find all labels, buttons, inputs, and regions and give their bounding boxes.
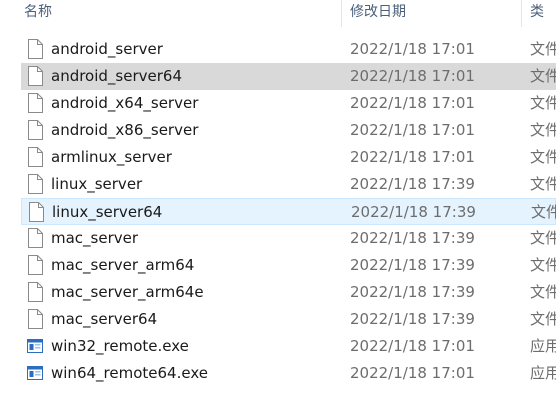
file-date-modified: 2022/1/18 17:01 bbox=[350, 121, 475, 139]
exe-icon bbox=[27, 336, 43, 356]
file-row[interactable]: mac_server64 2022/1/18 17:39 文件 bbox=[21, 306, 556, 333]
file-type: 文件 bbox=[531, 203, 556, 221]
file-row[interactable]: armlinux_server 2022/1/18 17:01 文件 bbox=[21, 144, 556, 171]
file-type: 文件 bbox=[530, 67, 556, 85]
file-icon bbox=[28, 202, 44, 222]
file-name: linux_server64 bbox=[52, 203, 163, 221]
file-row[interactable]: mac_server_arm64e 2022/1/18 17:39 文件 bbox=[21, 279, 556, 306]
file-type: 文件 bbox=[530, 283, 556, 301]
file-date-modified: 2022/1/18 17:39 bbox=[350, 283, 475, 301]
file-row[interactable]: linux_server64 2022/1/18 17:39 文件 bbox=[21, 198, 556, 225]
column-divider[interactable] bbox=[521, 0, 522, 27]
file-date-modified: 2022/1/18 17:39 bbox=[350, 229, 475, 247]
file-type: 文件 bbox=[530, 175, 556, 193]
file-date-modified: 2022/1/18 17:01 bbox=[350, 94, 475, 112]
file-name: android_x64_server bbox=[51, 94, 199, 112]
column-header-date-modified[interactable]: 修改日期 bbox=[350, 0, 515, 27]
file-type: 文件 bbox=[530, 121, 556, 139]
file-name: mac_server64 bbox=[51, 310, 158, 328]
file-name: mac_server_arm64e bbox=[51, 283, 204, 301]
file-type: 文件 bbox=[530, 148, 556, 166]
file-date-modified: 2022/1/18 17:39 bbox=[350, 310, 475, 328]
exe-icon bbox=[27, 363, 43, 383]
file-icon bbox=[27, 309, 43, 329]
file-name: win64_remote64.exe bbox=[51, 364, 208, 382]
file-type: 文件 bbox=[530, 40, 556, 58]
file-type: 应用 bbox=[530, 337, 556, 355]
file-date-modified: 2022/1/18 17:39 bbox=[351, 203, 476, 221]
file-row[interactable]: android_server 2022/1/18 17:01 文件 bbox=[21, 36, 556, 63]
file-date-modified: 2022/1/18 17:39 bbox=[350, 175, 475, 193]
file-date-modified: 2022/1/18 17:01 bbox=[350, 67, 475, 85]
file-name: armlinux_server bbox=[51, 148, 172, 166]
file-date-modified: 2022/1/18 17:39 bbox=[350, 256, 475, 274]
file-date-modified: 2022/1/18 17:01 bbox=[350, 148, 475, 166]
file-name: android_server bbox=[51, 40, 163, 58]
column-header-type[interactable]: 类 bbox=[530, 0, 556, 27]
file-name: android_server64 bbox=[51, 67, 182, 85]
file-date-modified: 2022/1/18 17:01 bbox=[350, 364, 475, 382]
file-explorer-view: 名称 ⌃ 修改日期 类 android_server 2022/1/18 17:0… bbox=[0, 0, 556, 413]
file-row[interactable]: win32_remote.exe 2022/1/18 17:01 应用 bbox=[21, 333, 556, 360]
file-date-modified: 2022/1/18 17:01 bbox=[350, 40, 475, 58]
file-name: mac_server bbox=[51, 229, 139, 247]
file-name: linux_server bbox=[51, 175, 143, 193]
file-icon bbox=[27, 39, 43, 59]
column-header: 名称 ⌃ 修改日期 类 bbox=[0, 0, 556, 27]
file-row[interactable]: win64_remote64.exe 2022/1/18 17:01 应用 bbox=[21, 360, 556, 387]
file-row[interactable]: android_x86_server 2022/1/18 17:01 文件 bbox=[21, 117, 556, 144]
file-type: 文件 bbox=[530, 94, 556, 112]
file-icon bbox=[27, 66, 43, 86]
file-name: mac_server_arm64 bbox=[51, 256, 195, 274]
column-divider[interactable] bbox=[341, 0, 342, 27]
file-row[interactable]: android_server64 2022/1/18 17:01 文件 bbox=[21, 63, 556, 90]
file-icon bbox=[27, 147, 43, 167]
file-row[interactable]: mac_server_arm64 2022/1/18 17:39 文件 bbox=[21, 252, 556, 279]
file-row[interactable]: android_x64_server 2022/1/18 17:01 文件 bbox=[21, 90, 556, 117]
file-icon bbox=[27, 255, 43, 275]
file-name: win32_remote.exe bbox=[51, 337, 189, 355]
file-type: 应用 bbox=[530, 364, 556, 382]
file-icon bbox=[27, 93, 43, 113]
file-icon bbox=[27, 174, 43, 194]
file-name: android_x86_server bbox=[51, 121, 199, 139]
file-icon bbox=[27, 120, 43, 140]
file-date-modified: 2022/1/18 17:01 bbox=[350, 337, 475, 355]
file-icon bbox=[27, 282, 43, 302]
file-type: 文件 bbox=[530, 256, 556, 274]
file-icon bbox=[27, 228, 43, 248]
file-type: 文件 bbox=[530, 229, 556, 247]
sort-up-icon: ⌃ bbox=[176, 0, 184, 6]
file-row[interactable]: linux_server 2022/1/18 17:39 文件 bbox=[21, 171, 556, 198]
file-type: 文件 bbox=[530, 310, 556, 328]
file-row[interactable]: mac_server 2022/1/18 17:39 文件 bbox=[21, 225, 556, 252]
